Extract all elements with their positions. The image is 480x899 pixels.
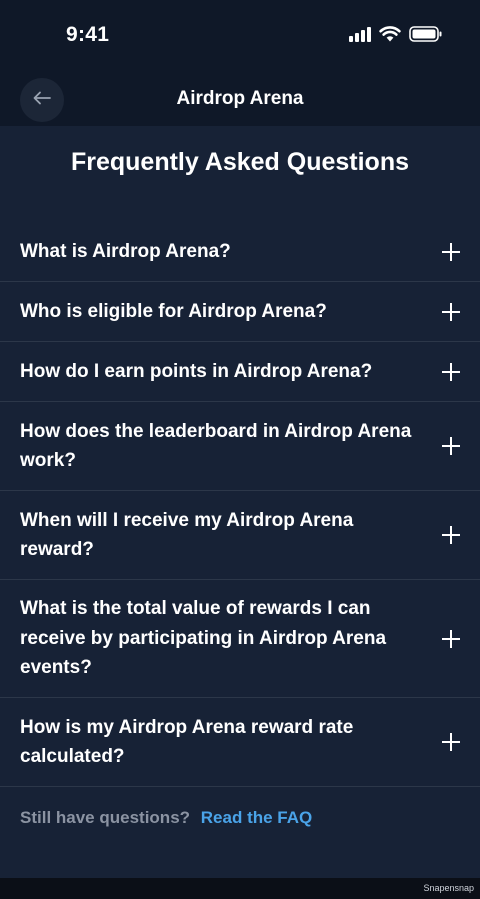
- faq-item[interactable]: How does the leaderboard in Airdrop Aren…: [0, 402, 480, 491]
- footer-help: Still have questions? Read the FAQ: [20, 808, 312, 828]
- faq-item[interactable]: What is Airdrop Arena?: [0, 222, 480, 282]
- faq-question: How do I earn points in Airdrop Arena?: [20, 360, 373, 382]
- faq-item[interactable]: How do I earn points in Airdrop Arena?: [0, 342, 480, 402]
- faq-screen: 9:41 Airdrop Arena Frequently Asked Ques…: [0, 0, 480, 899]
- status-bar: 9:41: [0, 0, 480, 70]
- status-icons: [349, 26, 442, 42]
- footer-prompt: Still have questions?: [20, 808, 191, 827]
- faq-question: When will I receive my Airdrop Arena rew…: [20, 509, 354, 561]
- faq-item[interactable]: What is the total value of rewards I can…: [0, 580, 480, 698]
- faq-question: How does the leaderboard in Airdrop Aren…: [20, 420, 412, 472]
- faq-question: Who is eligible for Airdrop Arena?: [20, 300, 327, 322]
- wifi-icon: [379, 26, 401, 42]
- plus-icon[interactable]: [442, 242, 460, 261]
- plus-icon[interactable]: [442, 629, 460, 648]
- faq-question: How is my Airdrop Arena reward rate calc…: [20, 716, 354, 768]
- top-header: 9:41 Airdrop Arena: [0, 0, 480, 126]
- plus-icon[interactable]: [442, 437, 460, 455]
- nav-title: Airdrop Arena: [176, 88, 304, 109]
- battery-icon: [409, 26, 442, 42]
- faq-item[interactable]: How is my Airdrop Arena reward rate calc…: [0, 698, 480, 787]
- status-time: 9:41: [66, 23, 110, 46]
- read-faq-link[interactable]: Read the FAQ: [201, 808, 312, 827]
- plus-icon[interactable]: [442, 526, 460, 544]
- faq-item[interactable]: Who is eligible for Airdrop Arena?: [0, 282, 480, 342]
- signal-icon: [349, 26, 371, 42]
- faq-question: What is the total value of rewards I can…: [20, 598, 387, 679]
- watermark: Snapensnap: [423, 883, 474, 893]
- faq-question: What is Airdrop Arena?: [20, 240, 231, 262]
- navigation-bar: Airdrop Arena: [0, 76, 480, 122]
- page-title: Frequently Asked Questions: [70, 148, 410, 176]
- bottom-strip: Snapensnap: [0, 878, 480, 899]
- faq-item[interactable]: When will I receive my Airdrop Arena rew…: [0, 491, 480, 580]
- faq-list: What is Airdrop Arena? Who is eligible f…: [0, 222, 480, 787]
- plus-icon[interactable]: [442, 733, 460, 751]
- plus-icon[interactable]: [442, 302, 460, 321]
- plus-icon[interactable]: [442, 362, 460, 381]
